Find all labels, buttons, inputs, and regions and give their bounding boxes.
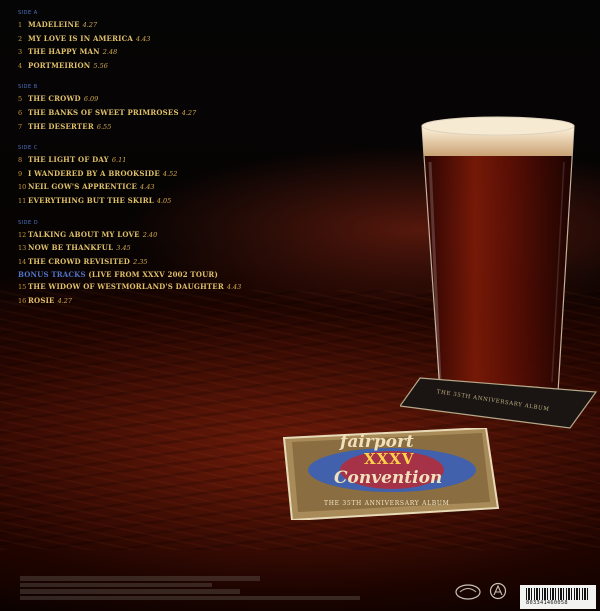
track-duration: 3.45	[116, 244, 131, 253]
track-title: THE HAPPY MAN	[28, 47, 100, 57]
track-number: 6	[18, 108, 23, 117]
track-row: 12 TALKING ABOUT MY LOVE 2.40	[18, 230, 378, 244]
track-duration: 4.27	[82, 21, 98, 29]
track-title: THE CROWD REVISITED	[28, 256, 131, 266]
coaster-title-convention: Convention	[334, 468, 443, 488]
pint-glass	[421, 116, 575, 399]
track-duration: 2.48	[102, 48, 118, 57]
track-row: 14 THE CROWD REVISITED 2.35	[18, 257, 378, 271]
tracklist: SIDE A 1 MADELEINE 4.27 2 MY LOVE IS IN AMERI…	[18, 10, 378, 310]
track-title: THE DESERTER	[28, 121, 94, 131]
track-row: 13 NOW BE THANKFUL 3.45	[18, 243, 378, 257]
track-duration: 4.43	[140, 183, 155, 192]
bonus-tracks-heading: BONUS TRACKS (LIVE FROM XXXV 2002 TOUR)	[18, 270, 378, 282]
track-number: 10	[18, 183, 27, 192]
track-number: 5	[18, 95, 23, 104]
album-back-cover: SIDE A 1 MADELEINE 4.27 2 MY LOVE IS IN AMERI…	[0, 0, 600, 611]
record-label-emblem	[489, 582, 507, 600]
track-duration: 4.27	[181, 108, 197, 117]
side-label: SIDE C	[18, 145, 38, 152]
track-duration: 6.11	[111, 156, 127, 165]
track-duration: 4.43	[226, 283, 242, 292]
track-title: NOW BE THANKFUL	[28, 243, 114, 253]
track-title: PORTMEIRION	[28, 60, 91, 70]
track-number: 15	[18, 283, 27, 292]
bonus-label: BONUS TRACKS	[18, 270, 86, 280]
label-logo	[455, 584, 481, 600]
track-row: 1 MADELEINE 4.27	[18, 20, 378, 34]
track-row: 6 THE BANKS OF SWEET PRIMROSES 4.27	[18, 108, 378, 122]
track-duration: 4.05	[156, 196, 172, 205]
barcode-sticker: 803341460058	[520, 585, 596, 609]
track-row: 15 THE WIDOW OF WESTMORLAND'S DAUGHTER 4.4…	[18, 282, 378, 296]
track-title: THE WIDOW OF WESTMORLAND'S DAUGHTER	[28, 282, 224, 292]
track-title: THE LIGHT OF DAY	[28, 155, 109, 165]
track-row: 4 PORTMEIRION 5.56	[18, 61, 378, 75]
track-number: 8	[18, 156, 23, 165]
track-number: 16	[18, 296, 27, 305]
track-title: ROSIE	[28, 295, 55, 305]
track-number: 9	[18, 169, 23, 178]
track-number: 2	[18, 34, 23, 43]
track-title: EVERYTHING BUT THE SKIRL	[28, 195, 154, 205]
track-row: 16 ROSIE 4.27	[18, 296, 378, 310]
track-number: 13	[18, 244, 27, 253]
track-title: NEIL GOW'S APPRENTICE	[28, 182, 138, 192]
track-title: I WANDERED BY A BROOKSIDE	[28, 168, 160, 178]
track-row: 11 EVERYTHING BUT THE SKIRL 4.05	[18, 196, 378, 210]
track-number: 3	[18, 48, 23, 57]
track-number: 14	[18, 257, 27, 266]
barcode-number: 803341460058	[526, 600, 568, 606]
track-number: 4	[18, 61, 23, 70]
track-duration: 4.52	[162, 169, 178, 178]
track-duration: 4.27	[57, 296, 73, 305]
track-title: MY LOVE IS IN AMERICA	[28, 33, 133, 43]
side-label: SIDE A	[18, 10, 38, 16]
track-row: 5 THE CROWD 6.09	[18, 94, 378, 108]
track-row: 2 MY LOVE IS IN AMERICA 4.43	[18, 34, 378, 48]
track-number: 1	[18, 21, 23, 29]
track-row: 10 NEIL GOW'S APPRENTICE 4.43	[18, 182, 378, 196]
track-row: 3 THE HAPPY MAN 2.48	[18, 47, 378, 61]
track-duration: 6.09	[83, 95, 99, 104]
side-label: SIDE D	[18, 219, 39, 226]
coaster-title-xxxv: XXXV	[364, 450, 415, 468]
track-number: 11	[18, 196, 27, 205]
track-duration: 2.40	[142, 230, 158, 239]
rear-coaster: THE 35TH ANNIVERSARY ALBUM	[398, 372, 600, 432]
track-row: 8 THE LIGHT OF DAY 6.11	[18, 155, 378, 169]
side-label: SIDE B	[18, 84, 38, 91]
beer-coaster: fairport XXXV Convention THE 35TH ANNIVE…	[280, 426, 502, 522]
coaster-title-fairport: fairport	[340, 432, 414, 452]
track-title: MADELEINE	[28, 20, 80, 29]
track-number: 12	[18, 230, 27, 239]
bonus-note: (LIVE FROM XXXV 2002 TOUR)	[88, 270, 218, 280]
track-title: THE CROWD	[28, 94, 81, 104]
track-title: THE BANKS OF SWEET PRIMROSES	[28, 107, 179, 117]
track-duration: 2.35	[133, 257, 148, 266]
track-duration: 4.43	[135, 34, 151, 43]
credits-fineprint	[20, 576, 420, 601]
barcode-bars	[526, 588, 590, 600]
track-row: 7 THE DESERTER 6.55	[18, 122, 378, 136]
coaster-tagline: THE 35TH ANNIVERSARY ALBUM	[324, 500, 450, 507]
track-number: 7	[18, 122, 23, 131]
track-row: 9 I WANDERED BY A BROOKSIDE 4.52	[18, 169, 378, 183]
track-title: TALKING ABOUT MY LOVE	[28, 229, 140, 239]
track-duration: 6.55	[96, 122, 112, 131]
track-duration: 5.56	[93, 61, 108, 70]
